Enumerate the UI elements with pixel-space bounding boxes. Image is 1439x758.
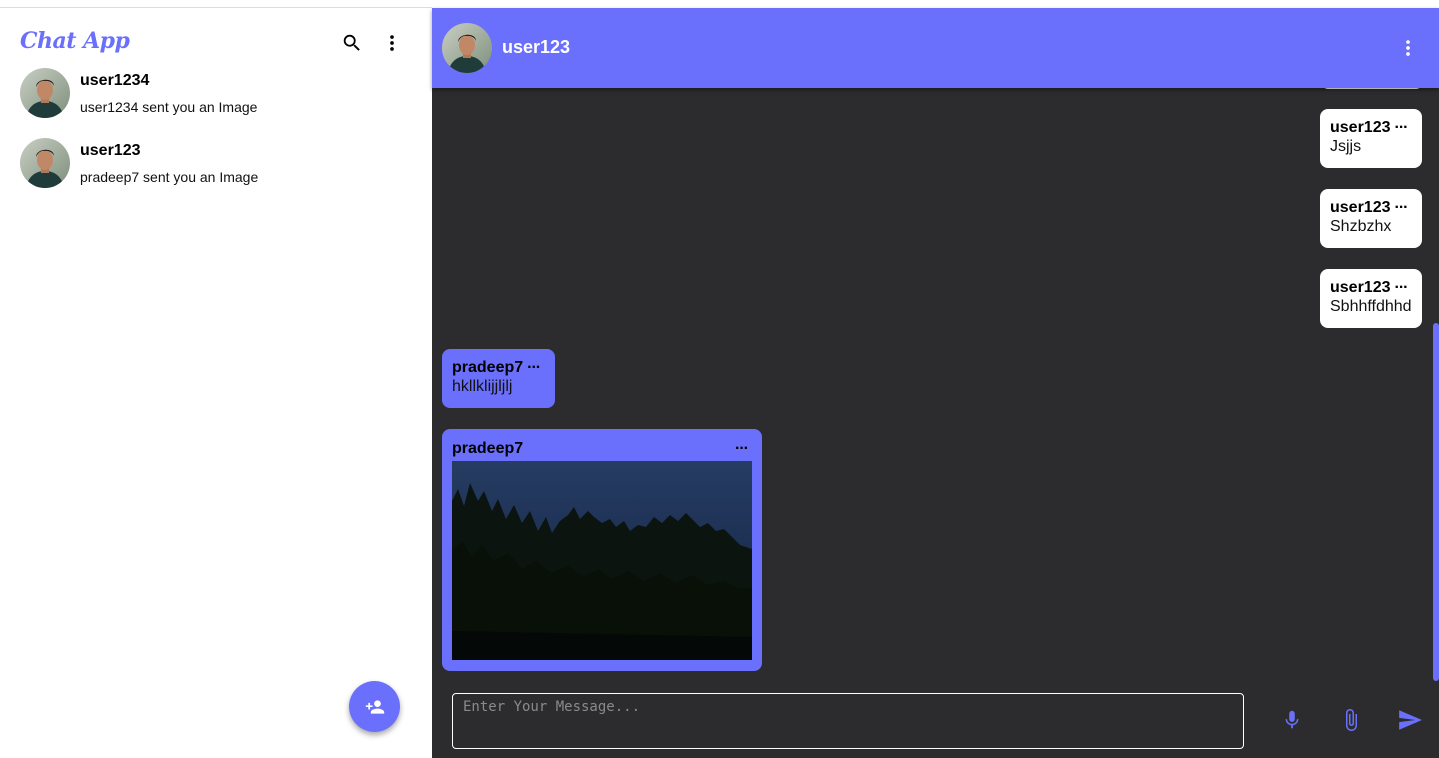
message-options-button[interactable]: ··· xyxy=(1395,119,1409,137)
message-image[interactable] xyxy=(452,461,752,660)
contact-last-message: pradeep7 sent you an Image xyxy=(80,169,259,185)
sidebar-menu-button[interactable] xyxy=(378,29,406,57)
message-text: hkllklijjljlj xyxy=(452,378,513,395)
message-bubble-incoming: pradeep7 ··· hkllklijjljlj xyxy=(442,349,555,408)
contact-last-message: user1234 sent you an Image xyxy=(80,99,258,115)
message-sender: pradeep7 xyxy=(452,440,524,457)
mic-icon xyxy=(1285,710,1299,729)
search-button[interactable] xyxy=(338,29,366,57)
image-message-bubble: pradeep7 ··· xyxy=(442,429,762,671)
avatar xyxy=(20,138,70,188)
search-icon xyxy=(343,34,360,51)
message-input-container xyxy=(452,693,1244,749)
message-sender: pradeep7 ··· xyxy=(452,359,545,377)
chat-panel: user123 user123 ··· Jsjjs user123 ··· Shzb… xyxy=(432,8,1439,758)
contact-name: user123 xyxy=(80,142,141,159)
avatar xyxy=(20,68,70,118)
message-options-button[interactable]: ··· xyxy=(735,440,749,458)
contact-item-user123[interactable]: user123 pradeep7 sent you an Image xyxy=(20,138,420,194)
sidebar: Chat App user1234 user1234 sent you an I… xyxy=(0,8,432,758)
contact-item-user1234[interactable]: user1234 user1234 sent you an Image xyxy=(20,68,420,124)
message-input[interactable] xyxy=(453,694,1243,748)
message-options-button[interactable]: ··· xyxy=(527,359,541,377)
app-title: Chat App xyxy=(20,28,130,54)
message-bubble-outgoing: user123 ··· Jsjjs xyxy=(1320,109,1422,168)
chat-header-name: user123 xyxy=(502,37,571,57)
message-list-scrollbar[interactable] xyxy=(1433,323,1439,681)
message-bubble-outgoing: user123 ··· Shzbzhx xyxy=(1320,189,1422,248)
message-bubble-outgoing: user123 ··· Sbhhffdhhd xyxy=(1320,269,1422,328)
sender-name: user123 xyxy=(1330,119,1391,136)
message-options-button[interactable]: ··· xyxy=(1395,279,1409,297)
message-list[interactable]: user123 ··· Jsjjs user123 ··· Shzbzhx user… xyxy=(432,88,1439,683)
attach-icon xyxy=(1346,709,1357,731)
sender-name: user123 xyxy=(1330,199,1391,216)
chat-header: user123 xyxy=(432,8,1439,88)
message-options-button[interactable]: ··· xyxy=(1395,199,1409,217)
message-text: Sbhhffdhhd xyxy=(1330,298,1412,315)
send-button[interactable] xyxy=(1396,706,1424,734)
contact-name: user1234 xyxy=(80,72,150,89)
more-vertical-icon xyxy=(1406,40,1410,56)
person-add-icon xyxy=(365,699,384,714)
message-text: Jsjjs xyxy=(1330,138,1362,155)
send-icon xyxy=(1399,710,1422,730)
mic-button[interactable] xyxy=(1278,706,1306,734)
add-contact-button[interactable] xyxy=(349,681,400,732)
avatar[interactable] xyxy=(442,23,492,73)
attach-button[interactable] xyxy=(1337,706,1365,734)
message-text: Shzbzhx xyxy=(1330,218,1392,235)
sender-name: user123 xyxy=(1330,279,1391,296)
chat-menu-button[interactable] xyxy=(1394,34,1422,62)
message-bubble-partial xyxy=(1322,88,1422,89)
message-sender: user123 ··· xyxy=(1330,199,1412,217)
more-vertical-icon xyxy=(390,35,394,51)
message-sender: user123 ··· xyxy=(1330,119,1412,137)
sender-name: pradeep7 xyxy=(452,359,524,376)
message-sender: user123 ··· xyxy=(1330,279,1412,297)
